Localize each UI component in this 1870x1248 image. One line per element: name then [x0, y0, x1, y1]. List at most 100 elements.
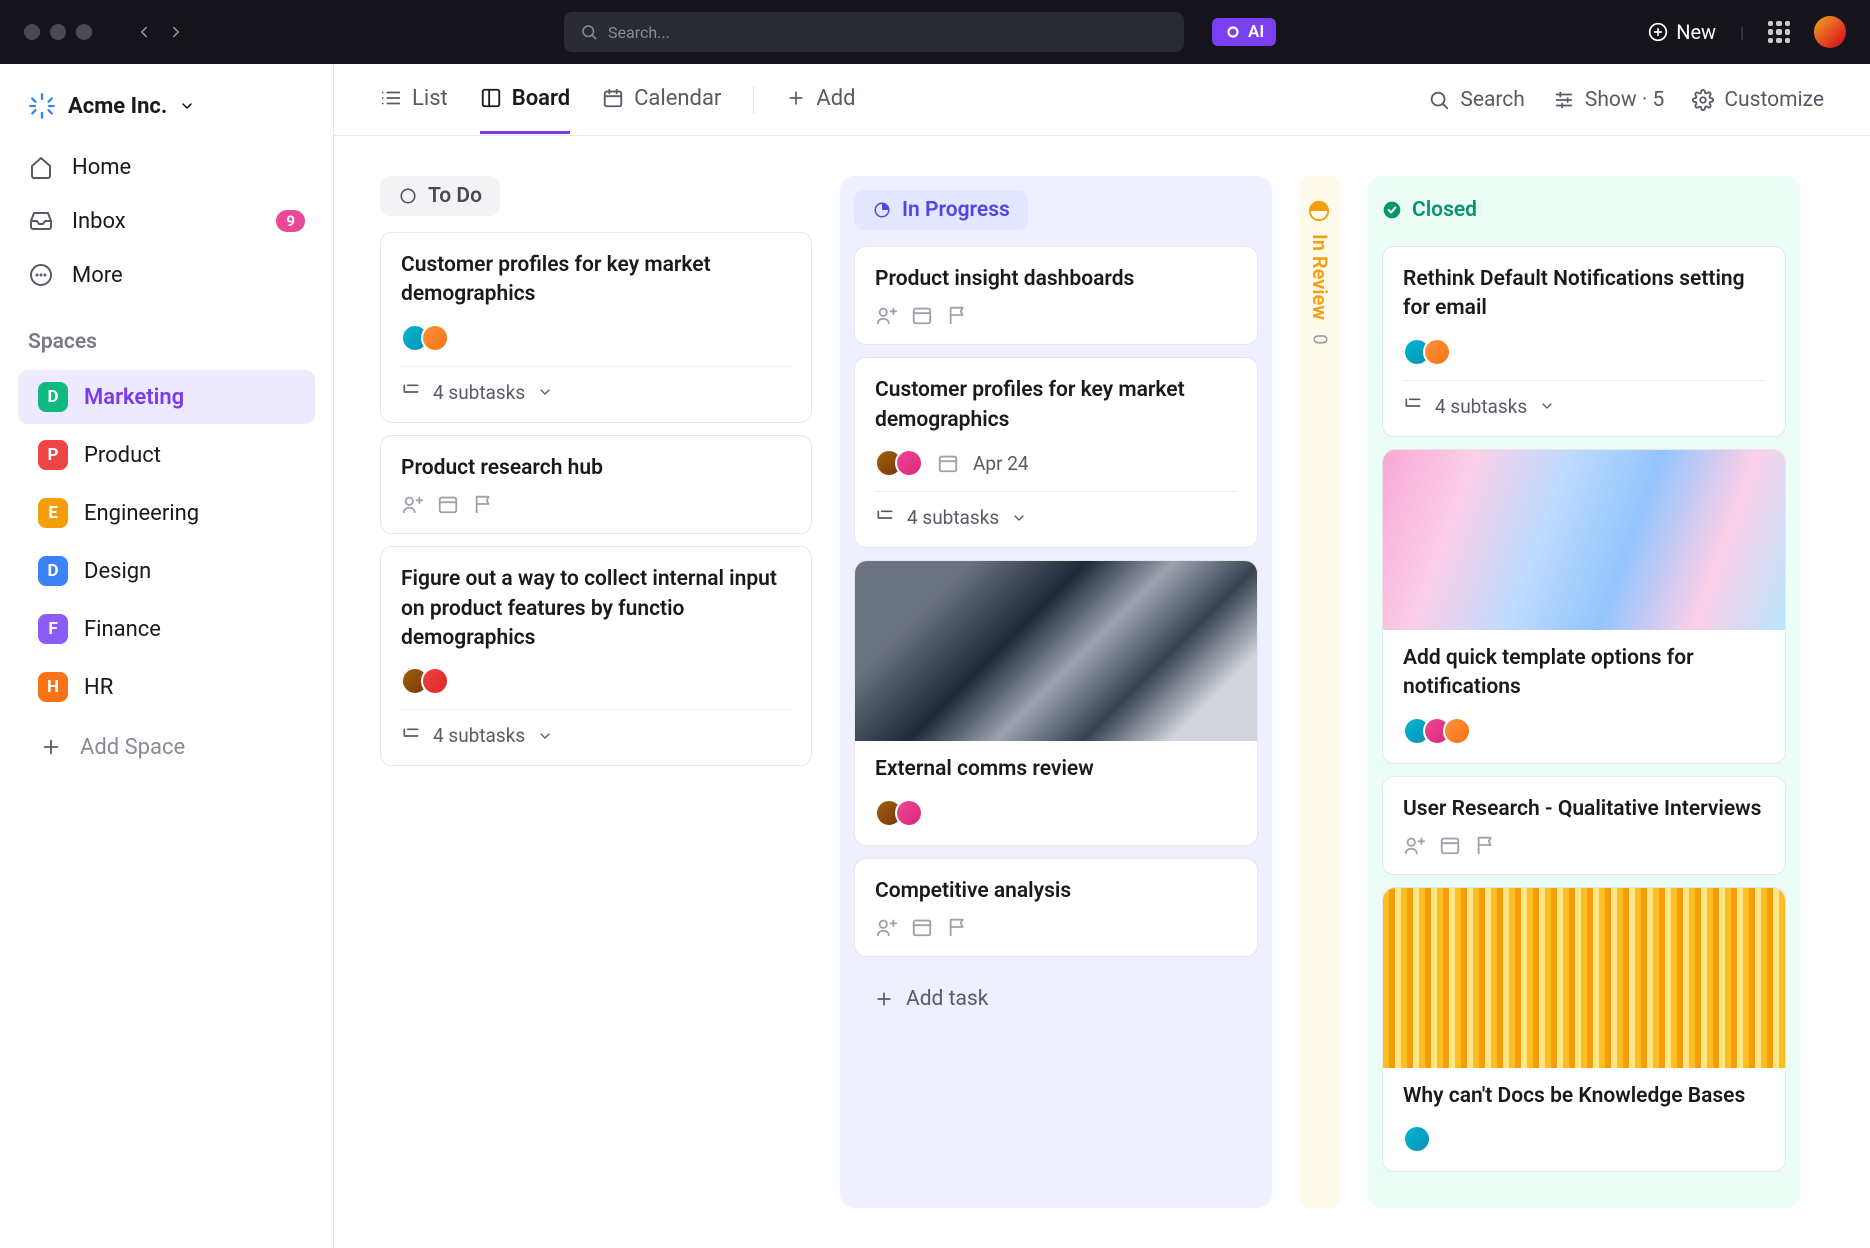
- search-icon: [580, 23, 598, 41]
- search-button[interactable]: Search: [1428, 88, 1525, 112]
- sidebar: Acme Inc. Home Inbox 9 More Spaces DMark…: [0, 64, 334, 1248]
- date-icon[interactable]: [911, 304, 933, 326]
- subtasks-toggle[interactable]: 4 subtasks: [875, 491, 1237, 529]
- date-icon[interactable]: [937, 452, 959, 474]
- inbox-icon: [28, 208, 54, 234]
- progress-icon: [872, 200, 892, 220]
- sidebar-space-product[interactable]: PProduct: [18, 428, 315, 482]
- card-cover-image: [855, 561, 1257, 741]
- column-header-inprogress[interactable]: In Progress: [854, 190, 1028, 230]
- add-view-button[interactable]: Add: [786, 66, 855, 134]
- assignee-icon[interactable]: [1403, 834, 1425, 856]
- divider: [753, 86, 754, 114]
- chevron-down-icon: [1539, 398, 1555, 414]
- subtasks-icon: [1403, 396, 1423, 416]
- task-card[interactable]: Add quick template options for notificat…: [1382, 449, 1786, 764]
- assignee-avatars[interactable]: [875, 449, 923, 477]
- global-search[interactable]: Search...: [564, 12, 1184, 52]
- subtasks-toggle[interactable]: 4 subtasks: [401, 709, 791, 747]
- column-todo: To Do Customer profiles for key market d…: [380, 176, 812, 1208]
- sidebar-space-hr[interactable]: HHR: [18, 660, 315, 714]
- gear-icon: [1692, 89, 1714, 111]
- task-card[interactable]: Competitive analysis: [854, 858, 1258, 957]
- nav-inbox[interactable]: Inbox 9: [0, 194, 333, 248]
- date-icon[interactable]: [437, 493, 459, 515]
- chevron-down-icon: [1011, 510, 1027, 526]
- sidebar-space-design[interactable]: DDesign: [18, 544, 315, 598]
- assignee-avatars[interactable]: [401, 667, 449, 695]
- plus-icon: [38, 734, 64, 760]
- view-tab-calendar[interactable]: Calendar: [602, 66, 721, 134]
- search-placeholder: Search...: [608, 23, 670, 42]
- assignee-avatars[interactable]: [1403, 338, 1451, 366]
- view-tab-board[interactable]: Board: [480, 66, 570, 134]
- task-card[interactable]: Product research hub: [380, 435, 812, 534]
- flag-icon[interactable]: [947, 304, 969, 326]
- column-header-todo[interactable]: To Do: [380, 176, 500, 216]
- sliders-icon: [1553, 89, 1575, 111]
- flag-icon[interactable]: [1475, 834, 1497, 856]
- sidebar-space-engineering[interactable]: EEngineering: [18, 486, 315, 540]
- task-card[interactable]: Customer profiles for key market demogra…: [854, 357, 1258, 548]
- add-space-button[interactable]: Add Space: [18, 722, 315, 772]
- flag-icon[interactable]: [473, 493, 495, 515]
- assignee-avatars[interactable]: [401, 324, 449, 352]
- more-icon: [28, 262, 54, 288]
- space-badge: D: [38, 556, 68, 586]
- review-status-icon: [1308, 200, 1332, 224]
- space-label: HR: [84, 675, 113, 700]
- task-card[interactable]: Product insight dashboards: [854, 246, 1258, 345]
- assignee-icon[interactable]: [875, 304, 897, 326]
- task-card[interactable]: User Research - Qualitative Interviews: [1382, 776, 1786, 875]
- task-card[interactable]: Rethink Default Notifications setting fo…: [1382, 246, 1786, 437]
- subtasks-toggle[interactable]: 4 subtasks: [401, 366, 791, 404]
- close-window[interactable]: [24, 24, 40, 40]
- task-card[interactable]: Customer profiles for key market demogra…: [380, 232, 812, 423]
- sidebar-space-finance[interactable]: FFinance: [18, 602, 315, 656]
- board-view: To Do Customer profiles for key market d…: [334, 136, 1870, 1248]
- subtasks-toggle[interactable]: 4 subtasks: [1403, 380, 1765, 418]
- main-content: List Board Calendar Add Search: [334, 64, 1870, 1248]
- plus-circle-icon: [1648, 22, 1668, 42]
- calendar-icon: [602, 87, 624, 109]
- chevron-down-icon: [537, 384, 553, 400]
- date-icon[interactable]: [1439, 834, 1461, 856]
- minimize-window[interactable]: [50, 24, 66, 40]
- chevron-down-icon: [537, 728, 553, 744]
- task-card[interactable]: External comms review: [854, 560, 1258, 845]
- sidebar-space-marketing[interactable]: DMarketing: [18, 370, 315, 424]
- date-icon[interactable]: [911, 916, 933, 938]
- workspace-selector[interactable]: Acme Inc.: [0, 80, 333, 140]
- apps-icon[interactable]: [1768, 21, 1790, 43]
- new-button[interactable]: New: [1648, 20, 1716, 44]
- add-task-button[interactable]: Add task: [854, 969, 1258, 1029]
- nav-more[interactable]: More: [0, 248, 333, 302]
- forward-button[interactable]: [164, 20, 188, 44]
- assignee-icon[interactable]: [875, 916, 897, 938]
- column-header-closed[interactable]: Closed: [1382, 190, 1495, 230]
- ai-button[interactable]: AI: [1212, 18, 1276, 46]
- user-avatar[interactable]: [1814, 16, 1846, 48]
- column-in-review-collapsed[interactable]: In Review 0: [1300, 176, 1340, 1208]
- assignee-icon[interactable]: [401, 493, 423, 515]
- flag-icon[interactable]: [947, 916, 969, 938]
- window-traffic-lights[interactable]: [24, 24, 92, 40]
- customize-button[interactable]: Customize: [1692, 88, 1824, 112]
- column-closed: Closed Rethink Default Notifications set…: [1368, 176, 1800, 1208]
- plus-icon: [874, 989, 894, 1009]
- task-card[interactable]: Figure out a way to collect internal inp…: [380, 546, 812, 766]
- show-columns-button[interactable]: Show · 5: [1553, 88, 1665, 112]
- column-inprogress: In Progress Product insight dashboards C…: [840, 176, 1272, 1208]
- history-nav: [132, 20, 188, 44]
- view-tab-list[interactable]: List: [380, 66, 448, 134]
- back-button[interactable]: [132, 20, 156, 44]
- maximize-window[interactable]: [76, 24, 92, 40]
- assignee-avatars[interactable]: [1403, 717, 1471, 745]
- inbox-badge: 9: [276, 210, 305, 232]
- space-badge: E: [38, 498, 68, 528]
- assignee-avatars[interactable]: [1403, 1125, 1431, 1153]
- assignee-avatars[interactable]: [875, 799, 923, 827]
- nav-home[interactable]: Home: [0, 140, 333, 194]
- task-card[interactable]: Why can't Docs be Knowledge Bases: [1382, 887, 1786, 1172]
- workspace-logo-icon: [28, 92, 56, 120]
